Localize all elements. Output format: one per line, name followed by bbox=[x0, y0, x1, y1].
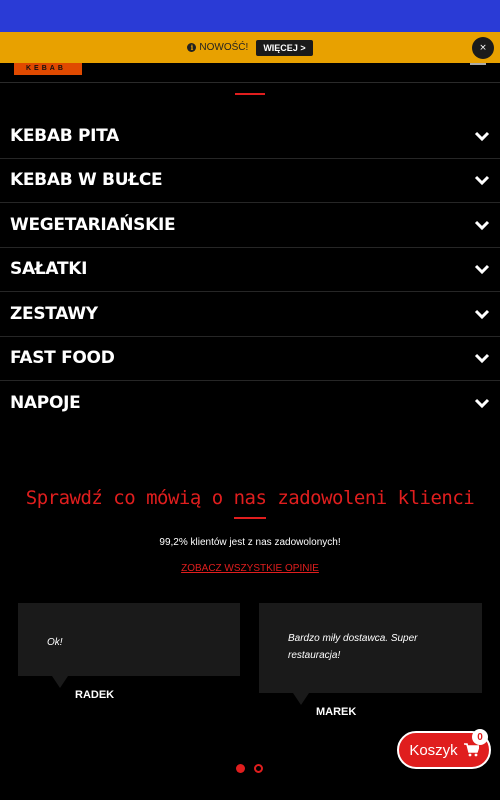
category-label: NAPOJE bbox=[10, 393, 81, 414]
chevron-down-icon bbox=[474, 220, 490, 230]
reviews-subtitle: 99,2% klientów jest z nas zadowolonych! bbox=[159, 537, 341, 548]
review-author: MAREK bbox=[316, 706, 357, 718]
notice-text-wrap: i NOWOŚĆ! bbox=[187, 42, 248, 53]
all-reviews-link[interactable]: ZOBACZ WSZYSTKIE OPINIE bbox=[0, 563, 500, 574]
category-kebab-w-bulce[interactable]: KEBAB W BUŁCE bbox=[0, 159, 500, 203]
category-salatki[interactable]: SAŁATKI bbox=[0, 248, 500, 292]
category-kebab-pita[interactable]: KEBAB PITA bbox=[0, 114, 500, 159]
logo-text: KEBAB bbox=[26, 65, 66, 72]
cart-icon bbox=[463, 743, 479, 757]
chevron-down-icon bbox=[474, 265, 490, 275]
category-label: ZESTAWY bbox=[10, 303, 98, 324]
category-wegetarianskie[interactable]: WEGETARIAŃSKIE bbox=[0, 203, 500, 248]
category-list: KEBAB PITA KEBAB W BUŁCE WEGETARIAŃSKIE … bbox=[0, 114, 500, 426]
review-quote: Ok! bbox=[47, 637, 63, 648]
review-card: Bardzo miły dostawca. Super restauracja! bbox=[259, 603, 482, 705]
chevron-down-icon bbox=[474, 176, 490, 186]
carousel-dot-1[interactable] bbox=[236, 764, 245, 773]
category-label: KEBAB PITA bbox=[10, 125, 119, 146]
top-bar bbox=[0, 0, 500, 32]
title-divider bbox=[234, 517, 266, 519]
close-icon[interactable]: × bbox=[472, 37, 494, 59]
category-napoje[interactable]: NAPOJE bbox=[0, 381, 500, 426]
bubble-tail bbox=[293, 693, 309, 705]
info-icon: i bbox=[187, 43, 197, 52]
category-label: SAŁATKI bbox=[10, 259, 88, 280]
category-label: FAST FOOD bbox=[10, 348, 115, 369]
category-label: KEBAB W BUŁCE bbox=[10, 170, 163, 191]
carousel-dot-2[interactable] bbox=[254, 764, 263, 773]
category-zestawy[interactable]: ZESTAWY bbox=[0, 292, 500, 337]
chevron-down-icon bbox=[474, 354, 490, 364]
chevron-down-icon bbox=[474, 131, 490, 141]
notice-text: NOWOŚĆ! bbox=[199, 42, 249, 53]
category-fast-food[interactable]: FAST FOOD bbox=[0, 337, 500, 381]
category-label: WEGETARIAŃSKIE bbox=[10, 214, 176, 235]
bubble-tail bbox=[52, 676, 68, 688]
logo[interactable]: KEBAB bbox=[14, 63, 82, 75]
reviews-title: Sprawdź co mówią o nas zadowoleni klienc… bbox=[25, 487, 475, 509]
chevron-down-icon bbox=[474, 309, 490, 319]
notice-bar: i NOWOŚĆ! WIĘCEJ > × bbox=[0, 32, 500, 63]
cart-count-badge: 0 bbox=[472, 729, 488, 745]
review-quote: Bardzo miły dostawca. Super restauracja! bbox=[288, 633, 418, 661]
chevron-down-icon bbox=[474, 399, 490, 409]
more-button[interactable]: WIĘCEJ > bbox=[256, 39, 313, 56]
section-divider bbox=[235, 93, 265, 95]
review-author: RADEK bbox=[75, 689, 115, 701]
review-card: Ok! bbox=[18, 603, 240, 688]
menu-icon[interactable] bbox=[470, 63, 486, 65]
cart-button[interactable]: Koszyk 0 bbox=[397, 729, 491, 769]
cart-label: Koszyk bbox=[409, 741, 458, 759]
